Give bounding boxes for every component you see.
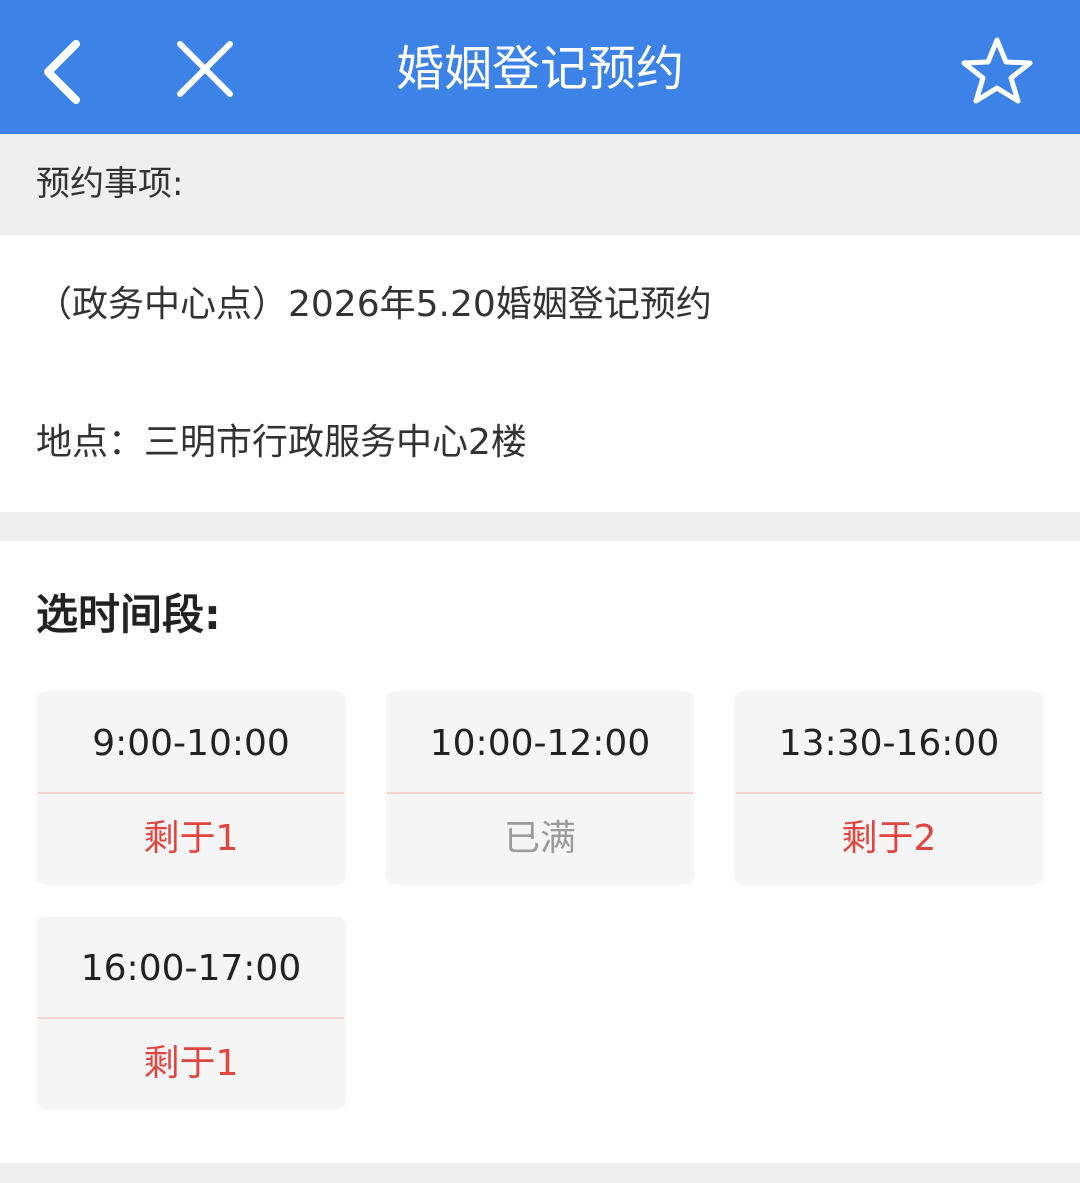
appointment-location: 地点：三明市行政服务中心2楼	[36, 422, 527, 463]
appointment-section-label: 预约事项:	[36, 164, 184, 204]
time-slot-status: 已满	[503, 818, 576, 859]
section-divider	[0, 512, 1080, 541]
back-button[interactable]	[28, 30, 98, 110]
time-slot-card[interactable]: 10:00-12:00 已满	[387, 692, 693, 882]
time-slot-card[interactable]: 9:00-10:00 剩于1	[38, 692, 344, 882]
close-button[interactable]	[166, 30, 246, 110]
time-slot-card[interactable]: 16:00-17:00 剩于1	[38, 917, 344, 1107]
time-slot-card[interactable]: 13:30-16:00 剩于2	[736, 692, 1042, 882]
time-slot-status: 剩于1	[143, 818, 239, 859]
time-slot-status: 剩于2	[841, 818, 937, 859]
time-slot-time: 9:00-10:00	[38, 692, 344, 794]
time-slot-status: 剩于1	[143, 1043, 239, 1084]
appointment-item-name: （政务中心点）2026年5.20婚姻登记预约	[36, 284, 712, 325]
appointment-section-header: 预约事项:	[0, 134, 1080, 235]
time-slot-time: 10:00-12:00	[387, 692, 693, 794]
time-slot-time: 16:00-17:00	[38, 917, 344, 1019]
favorite-button[interactable]	[955, 30, 1039, 114]
bottom-divider	[0, 1163, 1080, 1183]
time-slot-time: 13:30-16:00	[736, 692, 1042, 794]
page-title: 婚姻登记预约	[395, 41, 684, 97]
time-slots-title: 选时间段:	[36, 590, 221, 639]
star-icon	[961, 37, 1033, 104]
chevron-left-icon	[44, 40, 80, 104]
close-icon	[177, 41, 233, 97]
header-bar: 婚姻登记预约	[0, 0, 1080, 134]
